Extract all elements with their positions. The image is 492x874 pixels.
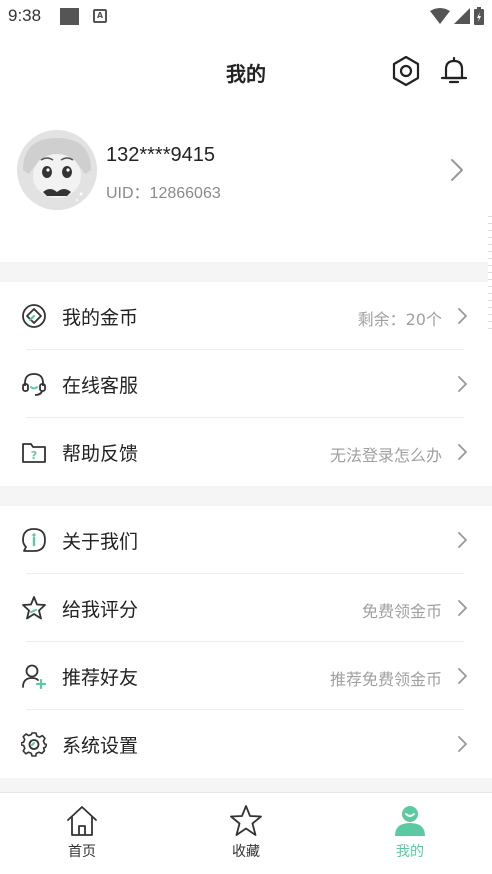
- menu-item-refer-friend[interactable]: 推荐好友 推荐免费领金币: [0, 642, 492, 710]
- edge-strip: [488, 210, 492, 330]
- bell-icon[interactable]: [437, 54, 471, 88]
- menu-item-about-us[interactable]: 关于我们: [0, 506, 492, 574]
- tab-mine[interactable]: 我的: [360, 803, 460, 863]
- bottom-tab-bar: 首页 收藏 我的: [0, 792, 492, 874]
- chevron-right-icon: [458, 600, 467, 616]
- menu-item-label: 我的金币: [62, 307, 139, 329]
- svg-text:?: ?: [31, 449, 37, 462]
- menu-item-label: 关于我们: [62, 531, 139, 553]
- chevron-right-icon: [458, 308, 467, 324]
- info-icon: [20, 526, 48, 554]
- coin-balance: 剩余：20个: [357, 310, 442, 329]
- notification-a-icon: A: [93, 9, 107, 23]
- star-icon: [196, 803, 296, 839]
- signal-icon: [454, 8, 470, 24]
- menu-item-system-settings[interactable]: 系统设置: [0, 710, 492, 778]
- menu-item-label: 帮助反馈: [62, 443, 139, 465]
- wifi-icon: [430, 8, 450, 24]
- tab-label: 收藏: [232, 844, 260, 860]
- menu-item-customer-service[interactable]: 在线客服: [0, 350, 492, 418]
- menu-item-label: 给我评分: [62, 599, 139, 621]
- chevron-right-icon: [458, 736, 467, 752]
- menu-item-hint: 免费领金币: [361, 602, 442, 621]
- chevron-right-icon: [458, 444, 467, 460]
- battery-icon: [474, 7, 484, 25]
- add-friend-icon: [20, 662, 48, 690]
- menu-item-hint: 推荐免费领金币: [329, 670, 442, 689]
- tab-home[interactable]: 首页: [32, 803, 132, 863]
- chevron-right-icon: [458, 668, 467, 684]
- chevron-right-icon: [458, 532, 467, 548]
- menu-item-rate-us[interactable]: 给我评分 免费领金币: [0, 574, 492, 642]
- menu-item-label: 推荐好友: [62, 667, 139, 689]
- hexagon-settings-icon[interactable]: [389, 54, 423, 88]
- help-folder-icon: ?: [20, 438, 48, 466]
- avatar[interactable]: [17, 130, 97, 210]
- status-indicators: [430, 6, 484, 26]
- section-gap: [0, 778, 492, 792]
- menu-item-my-coins[interactable]: 我的金币 剩余：20个: [0, 282, 492, 350]
- gear-icon: [20, 730, 48, 758]
- user-icon: [360, 803, 460, 839]
- chevron-right-icon: [458, 376, 467, 392]
- home-icon: [32, 803, 132, 839]
- coin-icon: [20, 302, 48, 330]
- menu-item-label: 在线客服: [62, 375, 139, 397]
- section-gap: [0, 262, 492, 282]
- star-icon: [20, 594, 48, 622]
- menu-item-label: 系统设置: [62, 735, 139, 757]
- notification-square-icon: [60, 8, 79, 25]
- tab-label: 我的: [396, 844, 424, 860]
- menu-item-hint: 无法登录怎么办: [329, 446, 442, 465]
- tab-favorites[interactable]: 收藏: [196, 803, 296, 863]
- user-uid: UID：12866063: [106, 185, 221, 202]
- menu-item-help-feedback[interactable]: ? 帮助反馈 无法登录怎么办: [0, 418, 492, 486]
- phone-number: 132****9415: [106, 144, 215, 166]
- header: 我的: [0, 34, 492, 106]
- profile-card[interactable]: 132****9415 UID：12866063: [0, 106, 492, 262]
- headset-icon: [20, 370, 48, 398]
- section-gap: [0, 486, 492, 506]
- status-time: 9:38: [8, 6, 42, 25]
- chevron-right-icon: [451, 159, 463, 181]
- status-bar: 9:38 A: [0, 0, 492, 34]
- tab-label: 首页: [68, 844, 96, 860]
